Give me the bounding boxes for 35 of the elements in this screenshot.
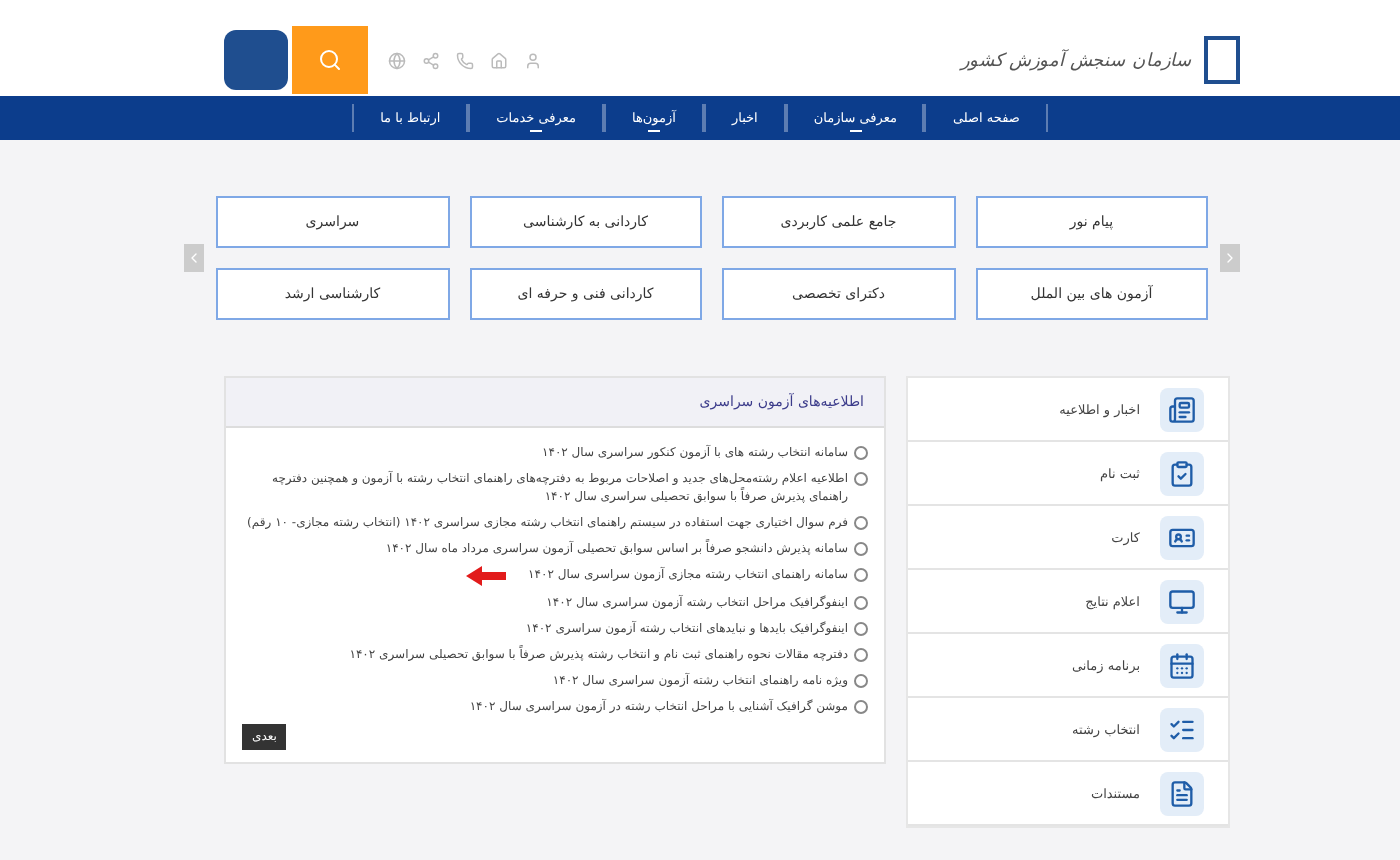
previous-arrow-button[interactable] — [184, 244, 204, 272]
share-icon[interactable] — [422, 51, 440, 69]
bullet-icon — [854, 568, 868, 582]
submenu-indicator — [849, 130, 862, 132]
submenu-indicator — [530, 130, 543, 132]
bullet-icon — [854, 472, 868, 486]
globe-icon[interactable] — [388, 51, 406, 69]
next-arrow-button[interactable] — [1220, 244, 1240, 272]
home-icon[interactable] — [490, 51, 508, 69]
calendar-icon — [1160, 643, 1204, 687]
id-card-icon — [1160, 515, 1204, 559]
logo-text: سازمان سنجش آموزش کشور — [960, 49, 1192, 71]
phone-icon[interactable] — [456, 51, 474, 69]
emblem-logo — [224, 30, 288, 90]
bullet-icon — [854, 622, 868, 636]
document-icon — [1160, 771, 1204, 815]
monitor-icon — [1160, 579, 1204, 623]
clipboard-check-icon — [1160, 451, 1204, 495]
bullet-icon — [854, 516, 868, 530]
bullet-icon — [854, 446, 868, 460]
search-button[interactable] — [292, 26, 368, 94]
checklist-icon — [1160, 707, 1204, 751]
bullet-icon — [854, 596, 868, 610]
logo-mark — [1204, 36, 1240, 84]
user-icon[interactable] — [524, 51, 542, 69]
submenu-indicator — [647, 130, 660, 132]
bullet-icon — [854, 648, 868, 662]
arrow-icon — [466, 566, 507, 586]
bullet-icon — [854, 674, 868, 688]
bullet-icon — [854, 700, 868, 714]
chevron-left-icon — [186, 250, 202, 266]
chevron-right-icon — [1222, 250, 1238, 266]
bullet-icon — [854, 542, 868, 556]
search-icon — [318, 48, 342, 72]
newspaper-icon — [1160, 387, 1204, 431]
